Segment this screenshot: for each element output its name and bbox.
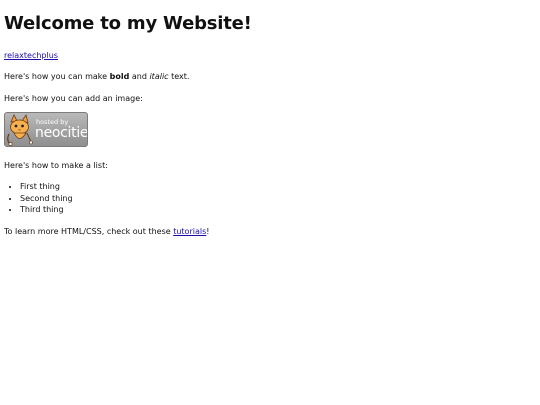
neocities-cat-icon <box>7 114 33 146</box>
footer-text-after: ! <box>206 227 210 236</box>
image-intro: Here's how you can add an image: <box>4 94 143 103</box>
neocities-badge[interactable]: hosted by neocities <box>4 112 88 147</box>
things-list: First thing Second thing Third thing <box>4 181 73 216</box>
tutorials-link[interactable]: tutorials <box>173 227 206 236</box>
formatting-text-middle: and <box>129 72 150 81</box>
site-link-line: relaxtechplus <box>4 50 58 61</box>
badge-brand: neocities <box>35 125 88 141</box>
list-item: First thing <box>20 181 73 193</box>
list-item: Second thing <box>20 193 73 205</box>
list-intro: Here's how to make a list: <box>4 161 108 170</box>
list-item: Third thing <box>20 204 73 216</box>
formatting-paragraph: Here's how you can make bold and italic … <box>4 71 189 82</box>
bold-text: bold <box>109 72 130 81</box>
formatting-text-after: text. <box>168 72 190 81</box>
page-title: Welcome to my Website! <box>4 13 252 34</box>
footer-paragraph: To learn more HTML/CSS, check out these … <box>4 226 209 237</box>
formatting-text-before: Here's how you can make <box>4 72 110 81</box>
italic-text: italic <box>149 72 169 81</box>
site-link[interactable]: relaxtechplus <box>4 51 58 60</box>
footer-text-before: To learn more HTML/CSS, check out these <box>4 227 174 236</box>
